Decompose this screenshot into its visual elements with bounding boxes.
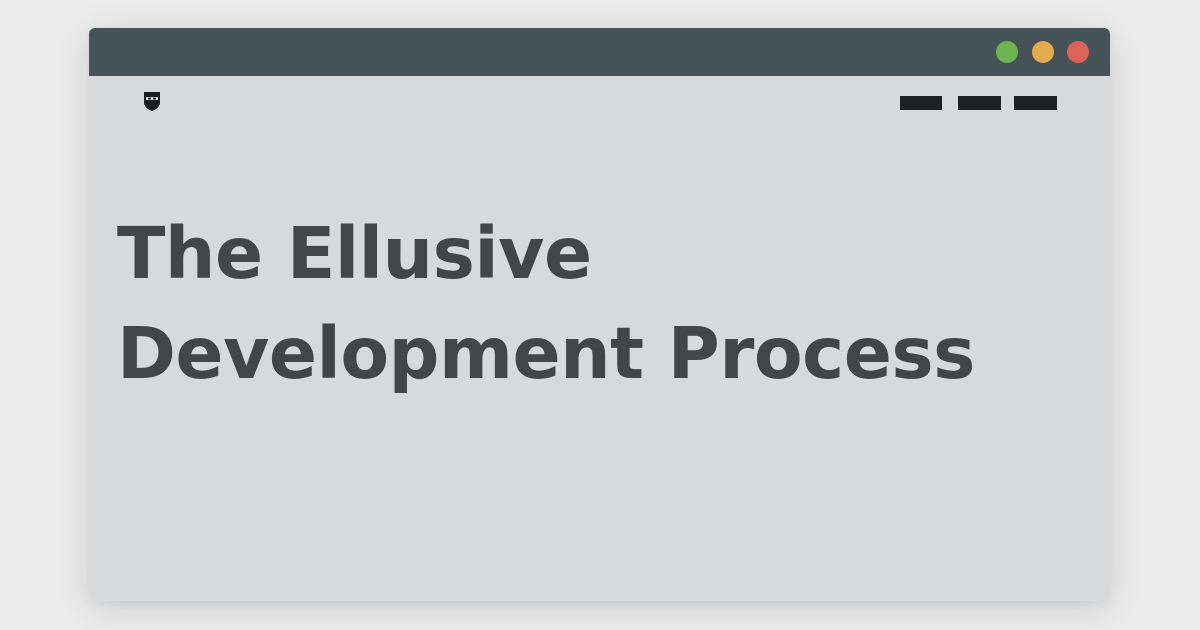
nav-item-1[interactable] — [900, 96, 942, 110]
page-title: The Ellusive Development Process — [117, 204, 1077, 404]
page-title-line-1: The Ellusive — [117, 212, 592, 295]
browser-window: The Ellusive Development Process — [89, 28, 1110, 601]
masked-face-shield-icon[interactable] — [143, 90, 161, 112]
page-title-line-2: Development Process — [117, 312, 975, 395]
minimize-button[interactable] — [1032, 41, 1054, 63]
nav-item-3[interactable] — [1014, 96, 1057, 110]
close-button[interactable] — [1067, 41, 1089, 63]
nav-item-2[interactable] — [958, 96, 1001, 110]
window-titlebar — [89, 28, 1110, 76]
maximize-button[interactable] — [996, 41, 1018, 63]
